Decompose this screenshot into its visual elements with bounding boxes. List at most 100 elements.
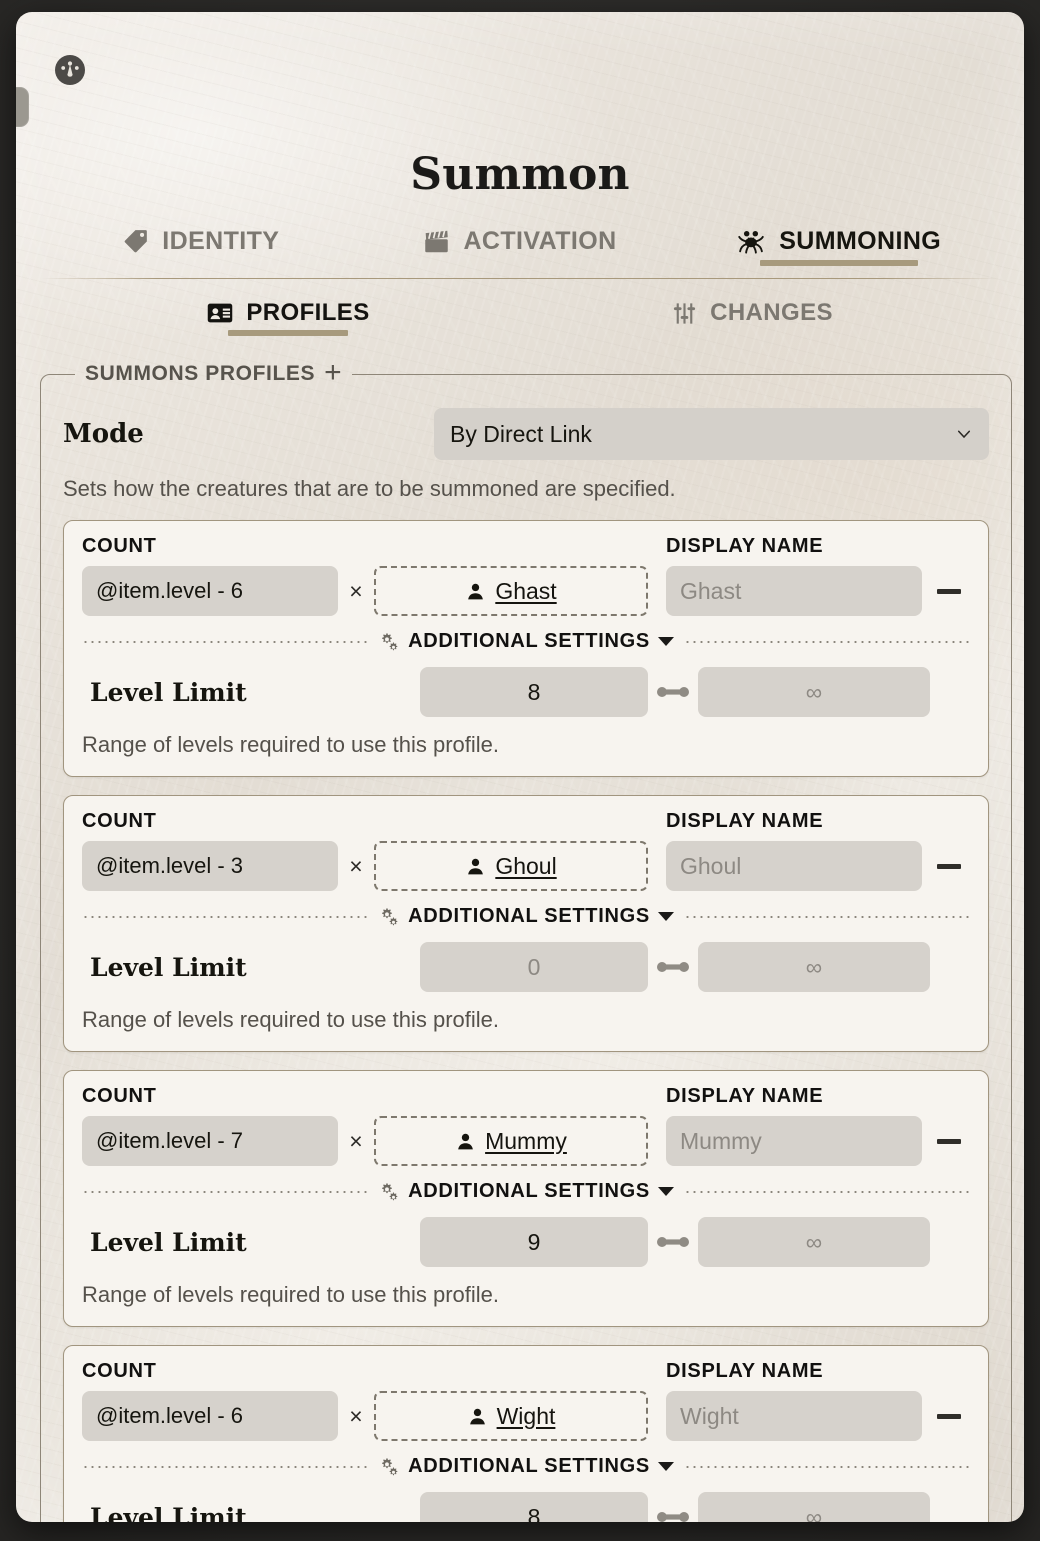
profile-card-header: COUNT DISPLAY NAME <box>82 1360 970 1383</box>
caret-down-icon <box>657 1462 674 1471</box>
tab-changes-label: CHANGES <box>710 299 833 326</box>
tab-profiles-label: PROFILES <box>246 299 370 326</box>
additional-settings-label: ADDITIONAL SETTINGS <box>408 905 650 927</box>
tab-profiles[interactable]: PROFILES <box>56 299 520 336</box>
profile-card: COUNT DISPLAY NAME × Wight <box>63 1345 989 1522</box>
level-limit-label: Level Limit <box>90 952 247 982</box>
person-icon <box>458 1133 473 1149</box>
creature-link[interactable]: Wight <box>497 1403 556 1430</box>
range-link-icon <box>648 1234 698 1250</box>
creature-drop-zone[interactable]: Ghast <box>374 566 648 616</box>
additional-settings-toggle[interactable]: ADDITIONAL SETTINGS <box>378 905 674 928</box>
person-icon <box>469 1408 485 1424</box>
level-limit-min-input[interactable] <box>420 1492 648 1522</box>
additional-settings-toggle[interactable]: ADDITIONAL SETTINGS <box>378 630 674 653</box>
person-icon <box>468 858 484 874</box>
level-limit-min-input[interactable] <box>420 942 648 992</box>
count-input[interactable] <box>82 841 338 891</box>
level-limit-hint: Range of levels required to use this pro… <box>82 732 500 757</box>
multiply-symbol: × <box>349 852 363 879</box>
count-input[interactable] <box>82 566 338 616</box>
display-name-column-label: DISPLAY NAME <box>666 810 824 832</box>
level-limit-max-input[interactable] <box>698 1492 930 1522</box>
summons-profiles-legend: SUMMONS PROFILES + <box>75 358 352 388</box>
creature-drop-zone[interactable]: Mummy <box>374 1116 648 1166</box>
additional-settings-label: ADDITIONAL SETTINGS <box>408 1180 650 1202</box>
gauge-icon <box>54 55 86 90</box>
profile-card-header: COUNT DISPLAY NAME <box>82 810 970 833</box>
minus-icon <box>937 588 961 594</box>
caret-down-icon <box>657 637 674 646</box>
caret-down-icon <box>657 912 674 921</box>
display-name-input[interactable] <box>666 841 922 891</box>
level-limit-max-input[interactable] <box>698 667 930 717</box>
profile-card-row: × Mummy <box>82 1116 970 1166</box>
tab-changes[interactable]: CHANGES <box>520 299 984 336</box>
tab-identity[interactable]: IDENTITY <box>42 226 361 266</box>
clapper-icon <box>425 229 449 252</box>
minus-icon <box>937 1413 961 1419</box>
tab-summoning[interactable]: SUMMONING <box>679 226 998 266</box>
additional-settings-divider: ADDITIONAL SETTINGS <box>82 630 971 653</box>
creature-drop-zone[interactable]: Wight <box>374 1391 648 1441</box>
tab-identity-label: IDENTITY <box>162 226 280 255</box>
remove-profile-button[interactable] <box>928 1391 970 1441</box>
legend-label: SUMMONS PROFILES <box>85 362 316 385</box>
tab-activation-label: ACTIVATION <box>463 226 617 255</box>
mode-hint: Sets how the creatures that are to be su… <box>63 476 676 501</box>
creature-link[interactable]: Mummy <box>485 1128 567 1155</box>
level-limit-row: Level Limit <box>82 1492 970 1522</box>
page-background: Summon IDENTITY ACTIVATION SUMMONING PRO… <box>0 0 1040 1541</box>
profile-card: COUNT DISPLAY NAME × Mummy <box>63 1070 989 1327</box>
additional-settings-label: ADDITIONAL SETTINGS <box>408 1455 650 1477</box>
mode-select[interactable]: By Direct Link <box>434 408 989 460</box>
level-limit-hint: Range of levels required to use this pro… <box>82 1282 500 1307</box>
creature-link[interactable]: Ghoul <box>495 853 556 880</box>
level-limit-min-input[interactable] <box>420 667 648 717</box>
profile-card-row: × Wight <box>82 1391 970 1441</box>
gears-icon <box>382 1182 398 1200</box>
profile-card: COUNT DISPLAY NAME × Ghoul <box>63 795 989 1052</box>
display-name-column-label: DISPLAY NAME <box>666 1360 824 1382</box>
creature-drop-zone[interactable]: Ghoul <box>374 841 648 891</box>
level-limit-label: Level Limit <box>90 1502 247 1523</box>
tag-icon <box>125 230 148 253</box>
display-name-column-label: DISPLAY NAME <box>666 1085 824 1107</box>
count-column-label: COUNT <box>82 1085 157 1107</box>
remove-profile-button[interactable] <box>928 841 970 891</box>
display-name-input[interactable] <box>666 1391 922 1441</box>
level-limit-label: Level Limit <box>90 1227 247 1257</box>
level-limit-max-input[interactable] <box>698 1217 930 1267</box>
additional-settings-toggle[interactable]: ADDITIONAL SETTINGS <box>378 1180 674 1203</box>
summon-dialog: Summon IDENTITY ACTIVATION SUMMONING PRO… <box>16 12 1024 1522</box>
profile-card-row: × Ghoul <box>82 841 970 891</box>
minus-icon <box>937 863 961 869</box>
count-input[interactable] <box>82 1391 338 1441</box>
remove-profile-button[interactable] <box>928 566 970 616</box>
tab-activation[interactable]: ACTIVATION <box>361 226 680 266</box>
gears-icon <box>382 632 398 650</box>
display-name-input[interactable] <box>666 1116 922 1166</box>
mode-row: Mode By Direct Link <box>63 408 989 460</box>
additional-settings-toggle[interactable]: ADDITIONAL SETTINGS <box>378 1455 674 1478</box>
person-icon <box>468 583 484 599</box>
count-column-label: COUNT <box>82 535 157 557</box>
level-limit-min-input[interactable] <box>420 1217 648 1267</box>
creature-link[interactable]: Ghast <box>495 578 556 605</box>
additional-settings-divider: ADDITIONAL SETTINGS <box>82 905 971 928</box>
add-profile-button[interactable]: + <box>324 358 342 388</box>
header-divider <box>42 278 998 279</box>
additional-settings-divider: ADDITIONAL SETTINGS <box>82 1455 971 1478</box>
level-limit-max-input[interactable] <box>698 942 930 992</box>
sliders-icon <box>674 302 696 324</box>
minus-icon <box>937 1138 961 1144</box>
gears-icon <box>382 1457 398 1475</box>
caret-down-icon <box>657 1187 674 1196</box>
range-link-icon <box>648 959 698 975</box>
remove-profile-button[interactable] <box>928 1116 970 1166</box>
count-input[interactable] <box>82 1116 338 1166</box>
multiply-symbol: × <box>349 1402 363 1429</box>
creature-icon <box>738 230 764 254</box>
display-name-input[interactable] <box>666 566 922 616</box>
level-limit-row: Level Limit <box>82 942 970 992</box>
